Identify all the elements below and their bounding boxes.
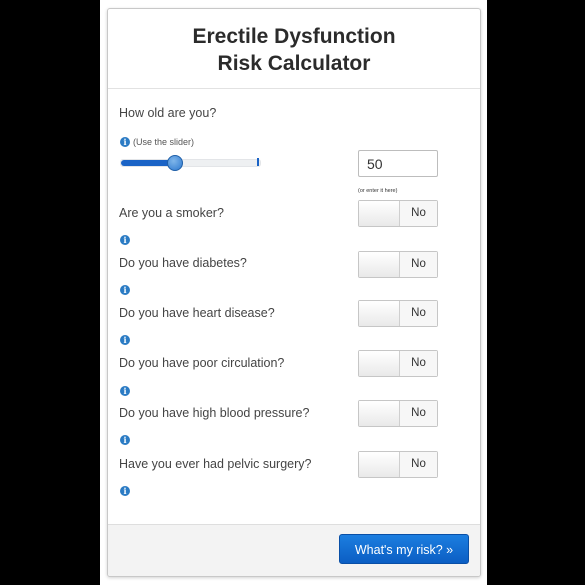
toggle-knob	[359, 301, 400, 326]
toggle-value: No	[400, 351, 437, 376]
info-icon[interactable]: i	[120, 435, 130, 445]
age-input[interactable]: 50	[358, 150, 438, 177]
toggle-value: No	[400, 301, 437, 326]
toggle-value: No	[400, 252, 437, 277]
blood-pressure-question-label: Do you have high blood pressure?	[119, 406, 310, 420]
page-title: Erectile Dysfunction Risk Calculator	[108, 23, 480, 77]
age-slider-hint: (Use the slider)	[133, 137, 195, 147]
circulation-question-label: Do you have poor circulation?	[119, 356, 285, 370]
toggle-value: No	[400, 401, 437, 426]
pelvic-surgery-question-label: Have you ever had pelvic surgery?	[119, 457, 312, 471]
age-slider-handle[interactable]	[167, 155, 183, 171]
diabetes-question-label: Do you have diabetes?	[119, 256, 247, 270]
age-slider-end-marker	[257, 158, 259, 166]
info-icon[interactable]: i	[120, 386, 130, 396]
toggle-knob	[359, 201, 400, 226]
toggle-knob	[359, 401, 400, 426]
toggle-knob	[359, 252, 400, 277]
title-line-2: Risk Calculator	[217, 52, 371, 75]
info-icon[interactable]: i	[120, 486, 130, 496]
info-icon[interactable]: i	[120, 285, 130, 295]
diabetes-toggle[interactable]: No	[358, 251, 438, 278]
page: Erectile Dysfunction Risk Calculator How…	[100, 0, 487, 585]
toggle-knob	[359, 452, 400, 477]
whats-my-risk-button[interactable]: What's my risk? »	[339, 534, 469, 564]
toggle-value: No	[400, 452, 437, 477]
pelvic-surgery-toggle[interactable]: No	[358, 451, 438, 478]
info-icon[interactable]: i	[120, 235, 130, 245]
circulation-toggle[interactable]: No	[358, 350, 438, 377]
blood-pressure-toggle[interactable]: No	[358, 400, 438, 427]
title-line-1: Erectile Dysfunction	[192, 25, 396, 48]
info-icon[interactable]: i	[120, 137, 130, 147]
toggle-knob	[359, 351, 400, 376]
age-input-hint: (or enter it here)	[358, 188, 398, 194]
calculator-card: Erectile Dysfunction Risk Calculator How…	[107, 8, 481, 577]
info-icon[interactable]: i	[120, 335, 130, 345]
toggle-value: No	[400, 201, 437, 226]
title-divider	[108, 88, 480, 89]
age-question-label: How old are you?	[119, 106, 217, 120]
heart-disease-question-label: Do you have heart disease?	[119, 306, 275, 320]
smoker-toggle[interactable]: No	[358, 200, 438, 227]
heart-disease-toggle[interactable]: No	[358, 300, 438, 327]
age-slider[interactable]	[120, 155, 261, 171]
smoker-question-label: Are you a smoker?	[119, 206, 224, 220]
